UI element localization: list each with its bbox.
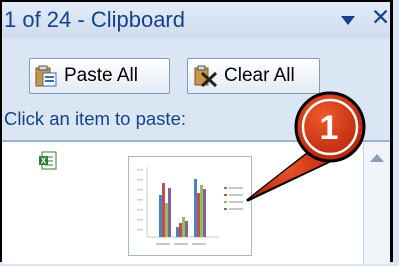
clipboard-item-list: X [2, 140, 390, 264]
clear-all-label: Clear All [224, 65, 295, 86]
pane-title: 1 of 24 - Clipboard [4, 7, 185, 32]
clear-all-icon [194, 65, 218, 88]
paste-all-button[interactable]: Paste All [29, 58, 170, 94]
svg-text:X: X [41, 157, 47, 166]
pane-title-bar: 1 of 24 - Clipboard ✕ [2, 2, 390, 38]
pane-options-dropdown-icon[interactable] [341, 16, 355, 25]
list-scrollbar[interactable] [363, 142, 390, 264]
scroll-up-arrow-icon[interactable] [370, 154, 384, 162]
instruction-text: Click an item to paste: [4, 108, 186, 129]
paste-all-label: Paste All [64, 65, 138, 86]
excel-icon: X [39, 151, 57, 170]
callout-number: 1 [319, 109, 339, 147]
clipboard-item-chart[interactable] [128, 156, 252, 256]
clear-all-button[interactable]: Clear All [187, 58, 320, 94]
bar-chart-thumbnail [137, 167, 243, 245]
close-pane-icon[interactable]: ✕ [371, 6, 390, 29]
paste-all-icon [35, 65, 57, 87]
